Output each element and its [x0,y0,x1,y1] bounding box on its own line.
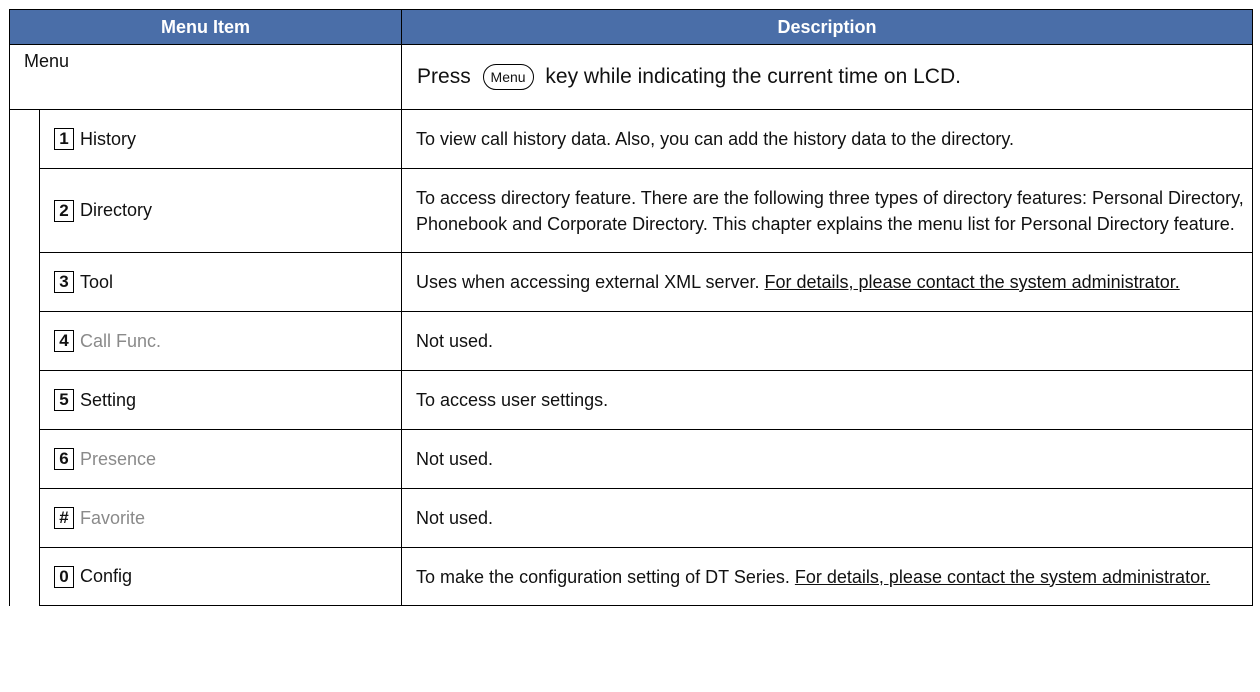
menu-desc-after: key while indicating the current time on… [545,65,961,88]
item-setting: 5 Setting [38,370,403,430]
desc-text: To access user settings. [416,390,609,410]
item-label: Presence [80,448,157,469]
item-label: Directory [80,200,153,221]
item-description: To access directory feature. There are t… [401,168,1254,253]
key-1-icon: 1 [54,128,74,151]
item-description: Not used. [401,488,1254,548]
item-label: Call Func. [80,330,162,351]
desc-text: Not used. [416,508,494,528]
contact-admin-link[interactable]: For details, please contact the system a… [795,567,1210,587]
desc-text: To view call history data. Also, you can… [416,129,1014,149]
item-directory: 2 Directory [38,168,403,253]
item-favorite: # Favorite [38,488,403,548]
key-5-icon: 5 [54,389,74,412]
item-label: Favorite [80,507,146,528]
item-description: To make the configuration setting of DT … [401,547,1254,606]
key-4-icon: 4 [54,330,74,353]
menu-key-icon: Menu [482,64,534,90]
key-hash-icon: # [54,507,74,530]
item-description: To view call history data. Also, you can… [401,109,1254,169]
indent-spacer [9,109,40,606]
header-description: Description [401,9,1254,45]
desc-text: Uses when accessing external XML server. [416,272,765,292]
desc-text: Not used. [416,331,494,351]
desc-text: To access directory feature. There are t… [416,187,1244,234]
item-label: Config [80,566,133,587]
contact-admin-link[interactable]: For details, please contact the system a… [765,272,1180,292]
item-tool: 3 Tool [38,252,403,312]
item-call-func: 4 Call Func. [38,311,403,371]
key-3-icon: 3 [54,271,74,294]
desc-text: To make the configuration setting of DT … [416,566,795,587]
key-6-icon: 6 [54,448,74,471]
menu-row-label: Menu [8,44,403,110]
item-label: Tool [80,271,114,292]
item-description: Uses when accessing external XML server.… [401,252,1254,312]
header-menu-item: Menu Item [8,9,403,45]
item-label: History [80,128,137,149]
menu-desc-before: Press [417,65,471,88]
menu-row-description: Press Menu key while indicating the curr… [401,44,1254,110]
item-history: 1 History [38,109,403,169]
key-0-icon: 0 [54,565,74,588]
item-description: Not used. [401,429,1254,489]
desc-text: Not used. [416,449,494,469]
item-label: Setting [80,389,137,410]
item-description: To access user settings. [401,370,1254,430]
key-2-icon: 2 [54,199,74,222]
item-description: Not used. [401,311,1254,371]
menu-table: Menu Item Description Menu Press Menu ke… [8,9,1254,606]
item-config: 0 Config [38,547,403,606]
item-presence: 6 Presence [38,429,403,489]
